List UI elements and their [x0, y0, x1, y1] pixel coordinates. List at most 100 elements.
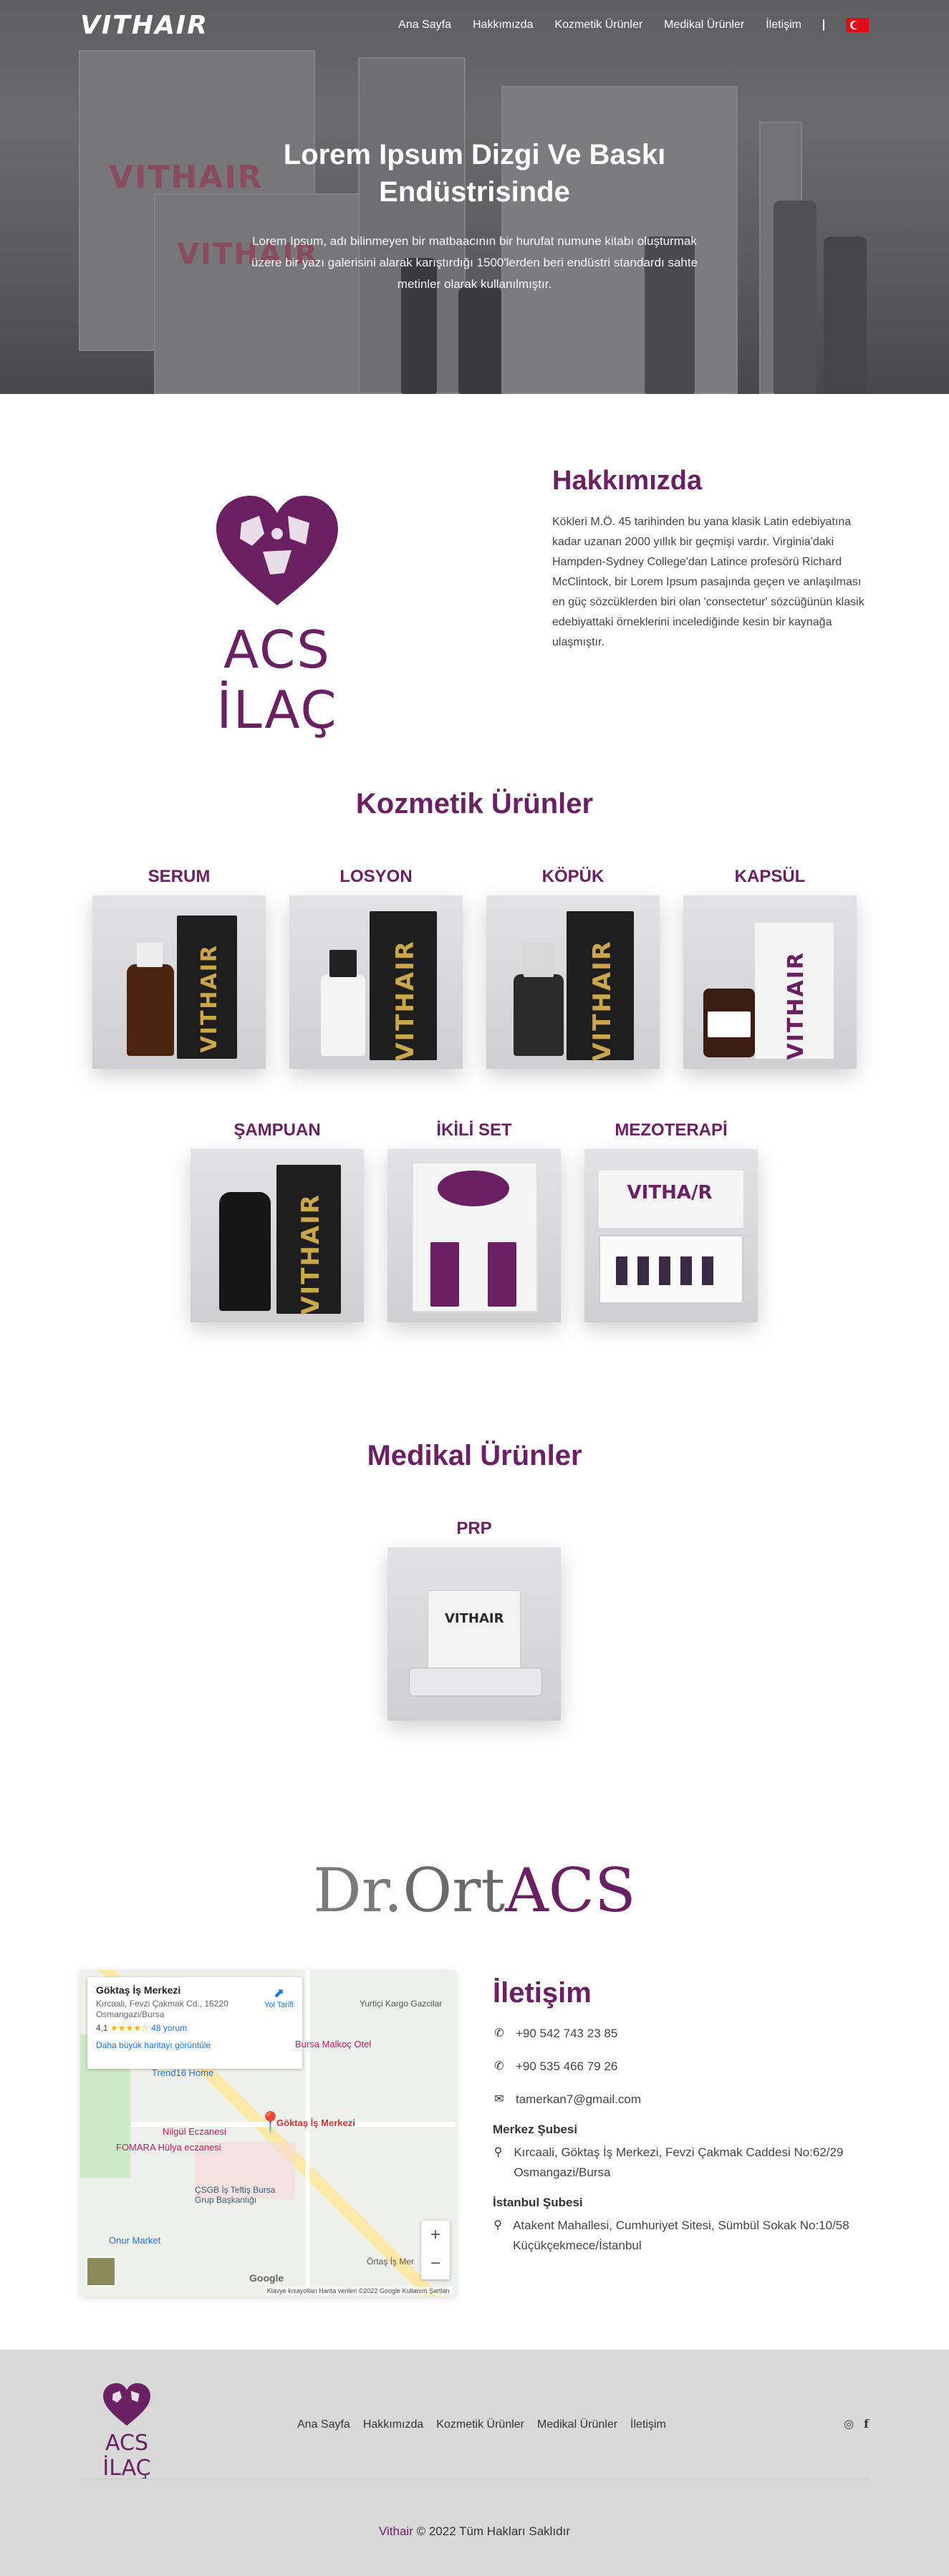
nav-about[interactable]: Hakkımızda: [473, 19, 533, 32]
nav-medical[interactable]: Medikal Ürünler: [664, 19, 744, 32]
nav-cosmetic[interactable]: Kozmetik Ürünler: [554, 19, 642, 32]
phone-icon: ✆: [494, 2027, 504, 2039]
footer-nav-medical[interactable]: Medikal Ürünler: [537, 2418, 617, 2431]
product-ikili-set[interactable]: İKİLİ SET: [387, 1120, 561, 1322]
product-label: PRP: [456, 1519, 492, 1538]
map-place-card: Göktaş İş Merkezi Kırcaali, Fevzi Çakmak…: [87, 1977, 302, 2069]
product-image[interactable]: [387, 1149, 561, 1322]
product-image[interactable]: VITHAIR: [289, 895, 463, 1069]
map-rating: 4,1: [96, 2023, 108, 2033]
facebook-icon[interactable]: f: [864, 2417, 869, 2431]
map-place-address: Kırcaali, Fevzi Çakmak Cd., 16220 Osmang…: [96, 1999, 228, 2019]
phone-2-text: +90 535 466 79 26: [516, 2060, 618, 2073]
product-image[interactable]: VITHAIR: [387, 1547, 561, 1721]
product-prp[interactable]: PRP VITHAIR: [387, 1519, 561, 1721]
product-label: ŞAMPUAN: [233, 1120, 321, 1140]
contact-title: İletişim: [493, 1977, 592, 2009]
email[interactable]: ✉ tamerkan7@gmail.com: [493, 2090, 880, 2110]
directions-icon: ⬈: [273, 1986, 285, 2000]
instagram-icon[interactable]: ◎: [844, 2417, 854, 2431]
satellite-toggle[interactable]: [86, 2257, 116, 2287]
heart-logo-icon: [216, 496, 338, 605]
product-label: LOSYON: [339, 867, 413, 886]
partner-ort: Ort: [403, 1855, 506, 1926]
map-pin-label: Göktaş İş Merkezi: [276, 2118, 355, 2128]
product-image[interactable]: VITHAIR: [683, 895, 857, 1069]
hero-section: VITHAIR VITHAIR VITHAIR Ana Sayfa Hakkım…: [0, 0, 949, 394]
email-text: tamerkan7@gmail.com: [516, 2092, 642, 2106]
drort-acs-logo: Dr.OrtACS: [0, 1855, 949, 1926]
map-attribution[interactable]: Klavye kısayolları Harita verileri ©2022…: [264, 2287, 453, 2295]
product-label: İKİLİ SET: [436, 1120, 512, 1140]
envelope-icon: ✉: [494, 2093, 504, 2105]
medical-section: Medikal Ürünler PRP VITHAIR: [0, 1440, 949, 1848]
product-sampuan[interactable]: ŞAMPUAN VITHAIR: [191, 1120, 364, 1322]
branch-1-address-text: Kırcaali, Göktaş İş Merkezi, Fevzi Çakma…: [514, 2145, 844, 2179]
nav-contact[interactable]: İletişim: [766, 19, 801, 32]
contact-section: Göktaş İş Merkezi Kırcaali, Fevzi Çakmak…: [0, 1970, 949, 2350]
product-label: MEZOTERAPİ: [615, 1120, 728, 1140]
acs-logo: ACS İLAÇ: [159, 494, 395, 740]
product-image[interactable]: VITHAIR: [486, 895, 660, 1069]
map-poi: Trend16 Home: [152, 2067, 214, 2078]
branch-1-address: ⚲ Kırcaali, Göktaş İş Merkezi, Fevzi Çakm…: [493, 2143, 880, 2183]
branch-2-address: ⚲ Atakent Mahallesi, Cumhuriyet Sitesi, S…: [493, 2216, 880, 2256]
footer-nav-home[interactable]: Ana Sayfa: [297, 2418, 350, 2431]
phone-2[interactable]: ✆ +90 535 466 79 26: [493, 2057, 880, 2077]
about-section: ACS İLAÇ Hakkımızda Kökleri M.Ö. 45 tari…: [0, 394, 949, 788]
footer-brand: ACS İLAÇ: [102, 2431, 151, 2481]
footer-nav-about[interactable]: Hakkımızda: [363, 2418, 423, 2431]
google-logo: Google: [249, 2272, 284, 2284]
vithair-logo[interactable]: VITHAIR: [80, 11, 208, 40]
acs-brand-text: ACS İLAÇ: [216, 620, 338, 740]
hero-text: Lorem Ipsum, adı bilinmeyen bir matbaacı…: [251, 234, 698, 291]
product-serum[interactable]: SERUM VITHAIR: [92, 867, 266, 1069]
contact-info: İletişim ✆ +90 542 743 23 85 ✆ +90 535 466…: [493, 1977, 880, 2269]
product-losyon[interactable]: LOSYON VITHAIR: [289, 867, 463, 1069]
product-label: SERUM: [148, 867, 211, 886]
branch-2-title: İstanbul Şubesi: [493, 2196, 583, 2209]
tr-flag-icon[interactable]: [846, 18, 869, 32]
copyright-brand[interactable]: Vithair: [379, 2524, 413, 2538]
product-kopuk[interactable]: KÖPÜK VITHAIR: [486, 867, 660, 1069]
product-mezoterapi[interactable]: MEZOTERAPİ VITHA/R: [584, 1120, 758, 1322]
heart-logo-icon: [103, 2383, 150, 2426]
product-image[interactable]: VITHAIR: [92, 895, 266, 1069]
branch-2-address-text: Atakent Mahallesi, Cumhuriyet Sitesi, Sü…: [513, 2219, 849, 2252]
product-image[interactable]: VITHAIR: [191, 1149, 364, 1322]
nav-home[interactable]: Ana Sayfa: [398, 19, 451, 32]
product-kapsul[interactable]: KAPSÜL VITHAIR: [683, 867, 857, 1069]
product-image[interactable]: VITHA/R: [584, 1149, 758, 1322]
about-content: Hakkımızda Kökleri M.Ö. 45 tarihinden bu…: [552, 466, 867, 653]
nav-divider: [823, 19, 824, 31]
map-poi: Nilgül Eczanesi: [163, 2126, 226, 2137]
product-label: KAPSÜL: [734, 867, 806, 886]
hero-content: Lorem Ipsum Dizgi Ve Baskı Endüstrisinde…: [0, 136, 949, 295]
map-poi: FOMARA Hülya eczanesi: [116, 2142, 221, 2153]
cosmetic-section: Kozmetik Ürünler SERUM VITHAIR LOSYON VI…: [0, 788, 949, 1440]
branch-1-title: Merkez Şubesi: [493, 2123, 578, 2136]
map-directions-button[interactable]: ⬈ Yol Tarifi: [264, 1986, 294, 2009]
copyright-text: © 2022 Tüm Hakları Saklıdır: [413, 2524, 571, 2538]
map-poi: ÇSGB İş Teftiş Bursa Grup Başkanlığı: [195, 2185, 276, 2205]
zoom-in-button[interactable]: +: [421, 2221, 450, 2249]
footer-menu: Ana Sayfa Hakkımızda Kozmetik Ürünler Me…: [297, 2418, 666, 2431]
social-links: ◎ f: [844, 2417, 869, 2431]
footer-nav-contact[interactable]: İletişim: [630, 2418, 666, 2431]
zoom-out-button[interactable]: −: [421, 2249, 450, 2278]
partner-acs: ACS: [505, 1855, 636, 1926]
map-larger-link[interactable]: Daha büyük haritayı görüntüle: [96, 2040, 294, 2050]
map-poi: Örtaş İş Mer: [367, 2257, 415, 2267]
footer-nav-cosmetic[interactable]: Kozmetik Ürünler: [436, 2418, 524, 2431]
product-label: KÖPÜK: [541, 867, 604, 886]
map-reviews-link[interactable]: 48 yorum: [151, 2023, 187, 2033]
phone-1[interactable]: ✆ +90 542 743 23 85: [493, 2024, 880, 2044]
google-map[interactable]: Göktaş İş Merkezi Kırcaali, Fevzi Çakmak…: [80, 1970, 456, 2297]
main-menu: Ana Sayfa Hakkımızda Kozmetik Ürünler Me…: [398, 18, 869, 32]
phone-icon: ✆: [494, 2060, 504, 2072]
directions-label: Yol Tarifi: [264, 2001, 294, 2009]
map-poi: Onur Market: [109, 2235, 161, 2246]
phone-1-text: +90 542 743 23 85: [516, 2027, 618, 2040]
footer-logo[interactable]: ACS İLAÇ: [80, 2383, 173, 2481]
star-rating-icon: ★★★★☆: [110, 2023, 149, 2033]
